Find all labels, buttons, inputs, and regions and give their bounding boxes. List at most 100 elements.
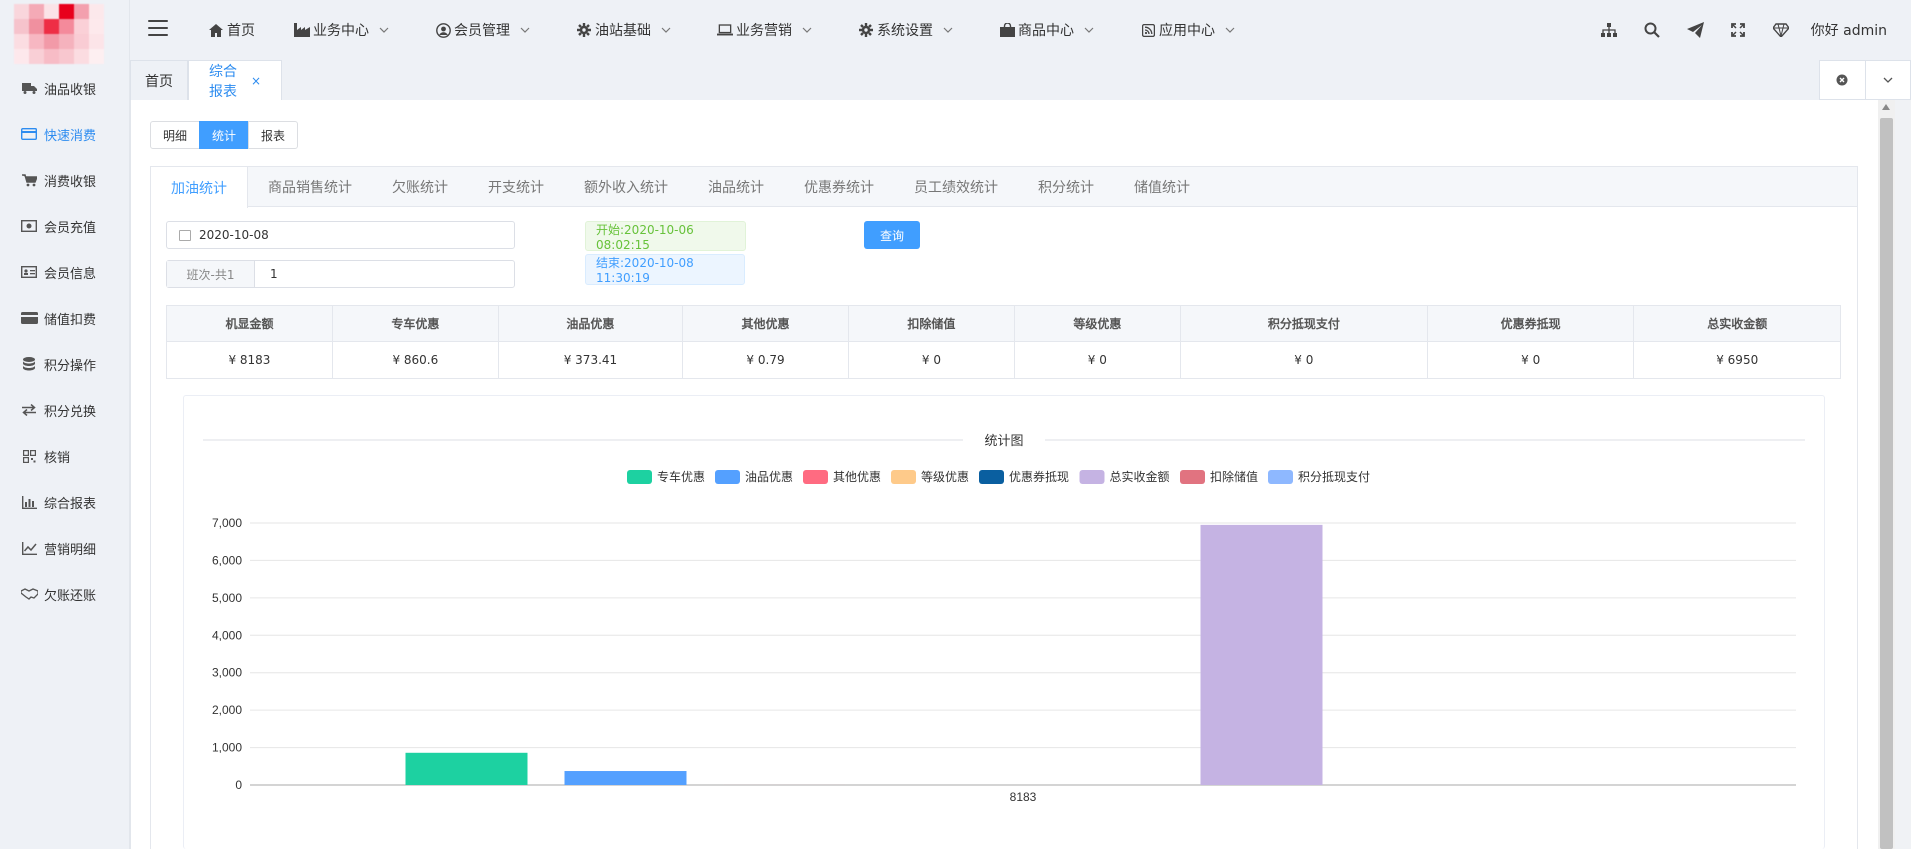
date-picker[interactable]: 2020-10-08 [166, 221, 515, 249]
table-row: ¥ 8183 ¥ 860.6 ¥ 373.41 ¥ 0.79 ¥ 0 ¥ 0 ¥ 0 ¥ 0 ¥… [166, 341, 1841, 379]
money-icon [20, 219, 38, 233]
bar [405, 752, 528, 785]
subtab-9[interactable]: 储值统计 [1114, 167, 1210, 207]
subtab-7[interactable]: 员工绩效统计 [894, 167, 1018, 207]
nav-menu-label: 商品中心 [1018, 23, 1074, 39]
sidebar-item-7[interactable]: 积分兑换 [0, 398, 130, 422]
close-icon[interactable]: × [251, 74, 261, 88]
chevron-down-icon [943, 25, 953, 36]
nav-menu-5[interactable]: 系统设置 [858, 18, 953, 42]
line-chart-icon [20, 541, 38, 555]
legend-swatch [803, 470, 828, 484]
chevron-down-icon [1084, 25, 1094, 36]
user-greeting[interactable]: 你好 admin [1811, 20, 1887, 40]
table-cell: ¥ 373.41 [497, 341, 684, 379]
nav-menu-label: 业务营销 [736, 23, 792, 39]
menu-toggle-icon[interactable] [148, 20, 168, 38]
nav-menu-6[interactable]: 商品中心 [999, 18, 1094, 42]
sidebar-item-label: 核销 [44, 450, 71, 466]
column-header: 其他优惠 [682, 305, 849, 342]
chart-title: 统计图 [984, 433, 1023, 448]
subtab-5[interactable]: 油品统计 [688, 167, 784, 207]
y-tick-label: 7,000 [212, 516, 242, 530]
tab-home-label: 首页 [145, 74, 173, 90]
search-icon[interactable] [1631, 18, 1674, 42]
legend-item: 积分抵现支付 [1298, 470, 1370, 484]
subtab-2[interactable]: 欠账统计 [372, 167, 468, 207]
stats-subtabs: 加油统计 商品销售统计 欠账统计 开支统计 额外收入统计 油品统计 优惠券统计 员工绩效统计积… [151, 167, 1857, 208]
legend-swatch [1079, 470, 1105, 484]
industry-icon [294, 23, 310, 37]
legend-swatch [891, 470, 916, 484]
x-tick-label: 8183 [1010, 790, 1037, 804]
shift-input[interactable]: 1 [255, 261, 514, 287]
sidebar-item-3[interactable]: 会员充值 [0, 214, 130, 238]
sidebar-item-0[interactable]: 油品收银 [0, 76, 130, 100]
subtab-3[interactable]: 开支统计 [468, 167, 564, 207]
sidebar-item-8[interactable]: 核销 [0, 444, 130, 468]
segment-1[interactable]: 统计 [199, 121, 250, 149]
calendar-icon [179, 229, 191, 241]
scrollbar[interactable] [1878, 100, 1895, 849]
legend-swatch [1268, 470, 1293, 484]
send-icon[interactable] [1674, 18, 1717, 42]
nav-menu-3[interactable]: 油站基础 [576, 18, 671, 42]
subtab-4[interactable]: 额外收入统计 [564, 167, 688, 207]
chevron-down-icon [520, 25, 530, 36]
sidebar-item-label: 快速消费 [44, 128, 97, 144]
top-navbar: 首页 业务中心 会员管理 油站基础 业务营销 系统设置 商品中心 应用中心 你好 admin [130, 0, 1911, 60]
fullscreen-icon[interactable] [1717, 18, 1760, 42]
sidebar-item-11[interactable]: 欠账还账 [0, 582, 130, 606]
legend-item: 优惠券抵现 [1009, 469, 1069, 484]
legend-item: 其他优惠 [833, 470, 881, 484]
nav-menu-2[interactable]: 会员管理 [435, 18, 530, 42]
chevron-down-icon[interactable] [1864, 61, 1911, 99]
sidebar-item-5[interactable]: 储值扣费 [0, 306, 130, 330]
legend-item: 等级优惠 [921, 470, 969, 484]
legend-swatch [627, 470, 652, 484]
sitemap-icon[interactable] [1588, 18, 1631, 42]
view-switch: 明细 统计 报表 [150, 121, 299, 149]
sidebar-item-2[interactable]: 消费收银 [0, 168, 130, 192]
subtab-6[interactable]: 优惠券统计 [784, 167, 894, 207]
sidebar-item-10[interactable]: 营销明细 [0, 536, 130, 560]
sidebar-item-9[interactable]: 综合报表 [0, 490, 130, 514]
query-button[interactable]: 查询 [864, 221, 920, 249]
diamond-icon[interactable] [1760, 18, 1803, 42]
subtab-0[interactable]: 加油统计 [151, 167, 248, 208]
sidebar-item-6[interactable]: 积分操作 [0, 352, 130, 376]
exchange-icon [20, 403, 38, 417]
top-right-tools: 你好 admin [1588, 18, 1911, 42]
nav-menu-0[interactable]: 首页 [208, 18, 255, 42]
handshake-icon [20, 587, 38, 601]
sidebar-item-4[interactable]: 会员信息 [0, 260, 130, 284]
bar [564, 771, 687, 785]
database-icon [20, 357, 38, 371]
nav-menu-4[interactable]: 业务营销 [717, 18, 812, 42]
sidebar-item-label: 会员充值 [44, 220, 97, 236]
cart-icon [20, 173, 38, 187]
tab-tools [1819, 60, 1911, 100]
subtab-1[interactable]: 商品销售统计 [248, 167, 372, 207]
nav-menu-7[interactable]: 应用中心 [1140, 18, 1235, 42]
sidebar-item-label: 积分操作 [44, 358, 97, 374]
page-tabs-bar: 首页 综合报表 × [130, 60, 1911, 101]
close-all-icon[interactable] [1820, 61, 1865, 99]
table-cell: ¥ 860.6 [331, 341, 499, 379]
segment-2[interactable]: 报表 [248, 121, 299, 149]
table-cell: ¥ 0.79 [682, 341, 849, 379]
gear-icon [576, 23, 592, 37]
table-cell: ¥ 0 [847, 341, 1015, 379]
qrcode-icon [20, 449, 38, 463]
segment-0[interactable]: 明细 [150, 121, 201, 149]
sidebar-item-label: 储值扣费 [44, 312, 97, 328]
y-tick-label: 4,000 [212, 628, 242, 642]
tab-report[interactable]: 综合报表 × [188, 60, 282, 101]
sidebar-item-label: 欠账还账 [44, 588, 97, 604]
sidebar-item-1[interactable]: 快速消费 [0, 122, 130, 146]
nav-menu-1[interactable]: 业务中心 [294, 18, 389, 42]
column-header: 积分抵现支付 [1179, 305, 1428, 342]
subtab-8[interactable]: 积分统计 [1018, 167, 1114, 207]
tab-home[interactable]: 首页 [130, 60, 188, 101]
nav-menu-label: 业务中心 [313, 23, 369, 39]
